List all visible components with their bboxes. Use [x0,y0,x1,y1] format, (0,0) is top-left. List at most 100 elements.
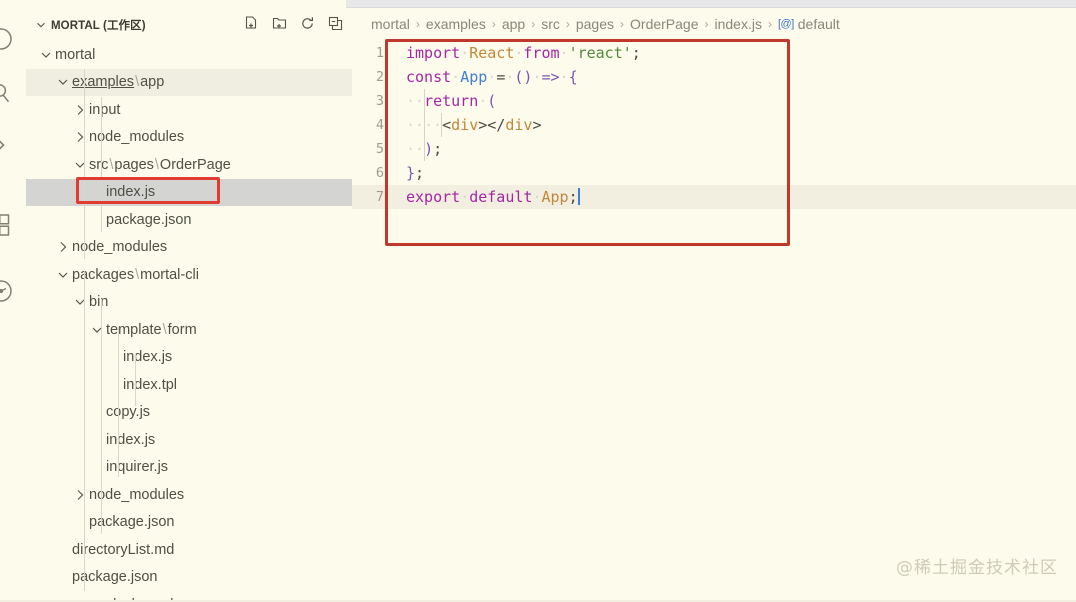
tree-folder-row[interactable]: node_modules [26,481,352,509]
tree-item-label: index.tpl [123,376,178,393]
code-token: · [460,188,470,206]
tree-file-row[interactable]: directoryList.md [26,536,352,564]
code-line[interactable]: 2 const·App·=·()·=>·{ [352,65,1076,89]
code-line[interactable]: 7 export·default·App; [352,185,1076,209]
code-line-text: ··return·( [388,92,496,110]
chevron-down-icon[interactable] [89,322,105,338]
tree-folder-row[interactable]: packages\mortal-cli [26,261,352,289]
code-line[interactable]: 3 ··return·( [352,89,1076,113]
code-token: · [559,44,569,62]
code-token: ; [631,44,641,62]
refresh-icon[interactable] [299,15,316,32]
explorer-icon[interactable] [0,24,16,54]
breadcrumb-item[interactable]: OrderPage [630,16,698,32]
tree-file-row[interactable]: package.json [26,564,352,592]
code-token: ; [415,164,425,182]
code-token: ·· [406,140,425,158]
text-cursor [577,188,580,205]
code-line-text: import·React·from·'react'; [388,44,641,62]
explorer-actions [243,15,344,32]
code-token: 'react' [568,44,632,62]
chevron-down-icon[interactable] [55,74,71,90]
search-icon[interactable] [0,78,16,108]
code-token: ·· [406,116,425,134]
new-folder-icon[interactable] [271,15,288,32]
code-line-text: export·default·App; [388,188,580,206]
source-control-icon[interactable] [0,130,16,160]
code-token: = [496,68,506,86]
tree-file-row[interactable]: inquirer.js [26,454,352,482]
code-line[interactable]: 6}; [352,161,1076,185]
tree-item-label: copy.js [106,404,151,421]
explorer-section-header[interactable]: MORTAL (工作区) [26,9,352,40]
code-line[interactable]: 5 ··); [352,137,1076,161]
remote-explorer-icon[interactable] [0,276,16,306]
new-file-icon[interactable] [243,15,260,32]
code-token: ·· [406,92,425,110]
breadcrumb[interactable]: mortal › examples › app › src › pages › OrderPage ›… [352,9,1076,39]
activity-bar [0,0,26,602]
watermark: @稀土掘金技术社区 [896,558,1058,578]
breadcrumb-separator-icon: › [620,17,625,31]
code-line[interactable]: 4 ····<div></div> [352,113,1076,137]
tree-folder-row[interactable]: input [26,96,352,124]
code-token: ; [568,188,578,206]
code-token: App [460,68,488,86]
indent-guide [101,97,102,232]
code-token: App [541,188,569,206]
chevron-down-icon[interactable] [72,157,88,173]
code-line-text: ····<div></div> [388,116,541,134]
tree-folder-row[interactable]: node_modules [26,234,352,262]
code-token: div [451,116,479,134]
tree-file-row[interactable]: index.js [26,426,352,454]
chevron-down-icon[interactable] [72,294,88,310]
breadcrumb-symbol[interactable]: default [798,16,840,32]
chevron-right-icon[interactable] [72,487,88,503]
code-token: · [559,68,569,86]
breadcrumb-item[interactable]: src [541,16,560,32]
chevron-right-icon[interactable] [72,102,88,118]
tree-file-row[interactable]: index.tpl [26,371,352,399]
breadcrumb-item[interactable]: examples [426,16,486,32]
tree-folder-row[interactable]: bin [26,289,352,317]
breadcrumb-item[interactable]: index.js [715,16,762,32]
code-token: from [523,44,560,62]
code-token: export [406,188,461,206]
tree-folder-row[interactable]: template\form [26,316,352,344]
breadcrumb-item[interactable]: app [502,16,525,32]
indent-guide [84,69,85,259]
code-token: ( [487,92,497,110]
code-token: return [424,92,479,110]
tree-folder-row[interactable]: mortal [26,41,352,69]
tree-file-row[interactable]: index.js [26,344,352,372]
tree-folder-row[interactable]: node_modules [26,124,352,152]
code-line[interactable]: 1 import·React·from·'react'; [352,41,1076,65]
indent-guide [135,354,136,406]
code-token: </ [487,116,506,134]
breadcrumb-item[interactable]: pages [576,16,614,32]
tree-file-row[interactable]: index.js [26,178,352,206]
chevron-right-icon[interactable] [55,239,71,255]
tree-file-row[interactable]: package.json [26,206,352,234]
code-token: React [469,44,515,62]
chevron-right-icon[interactable] [72,129,88,145]
chevron-down-icon[interactable] [38,47,54,63]
collapse-all-icon[interactable] [327,15,344,32]
code-token: { [568,68,578,86]
breadcrumb-item[interactable]: mortal [371,16,410,32]
file-tree: mortal examples\app input node_modules src\p… [26,40,352,602]
tree-file-row[interactable]: copy.js [26,399,352,427]
tab-strip-remnant [0,0,1076,9]
line-number: 6 [375,165,384,181]
tree-folder-row[interactable]: examples\app [26,68,352,96]
breadcrumb-separator-icon: › [704,17,709,31]
chevron-down-icon[interactable] [55,267,71,283]
tree-item-label: mortal [55,46,96,63]
code-editor[interactable]: 1 import·React·from·'react'; 2 const·App·=·… [352,41,1076,561]
tree-folder-row[interactable]: src\pages\OrderPage [26,151,352,179]
code-token: () [514,68,533,86]
tree-file-row[interactable]: package.json [26,509,352,537]
line-number: 5 [375,141,384,157]
extensions-icon[interactable] [0,210,16,240]
breadcrumb-separator-icon: › [415,17,420,31]
